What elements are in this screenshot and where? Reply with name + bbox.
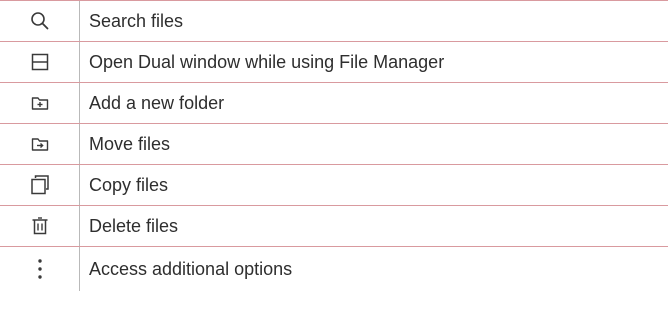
search-icon	[30, 11, 50, 31]
add-folder-icon	[30, 93, 50, 113]
table-row-search: Search files	[0, 1, 668, 42]
row-label: Delete files	[89, 216, 179, 236]
row-label: Search files	[89, 11, 184, 31]
table-row-move-files: Move files	[0, 124, 668, 165]
table-row-copy-files: Copy files	[0, 165, 668, 206]
dual-window-icon	[30, 52, 50, 72]
icon-reference-table: Search files Open Dual window while usin…	[0, 0, 668, 291]
row-label: Move files	[89, 134, 171, 154]
copy-files-icon	[29, 174, 51, 196]
icon-cell	[0, 83, 80, 123]
icon-cell	[0, 124, 80, 164]
icon-cell	[0, 42, 80, 82]
more-options-icon	[36, 258, 44, 280]
row-label: Open Dual window while using File Manage…	[89, 52, 445, 72]
table-row-delete-files: Delete files	[0, 206, 668, 247]
icon-cell	[0, 206, 80, 246]
row-label: Add a new folder	[89, 93, 225, 113]
icon-cell	[0, 165, 80, 205]
icon-cell	[0, 247, 80, 291]
move-files-icon	[30, 134, 50, 154]
table-row-dual-window: Open Dual window while using File Manage…	[0, 42, 668, 83]
delete-files-icon	[30, 216, 50, 236]
row-label: Access additional options	[89, 259, 293, 279]
table-row-more-options: Access additional options	[0, 247, 668, 291]
icon-cell	[0, 1, 80, 41]
table-row-add-folder: Add a new folder	[0, 83, 668, 124]
row-label: Copy files	[89, 175, 169, 195]
